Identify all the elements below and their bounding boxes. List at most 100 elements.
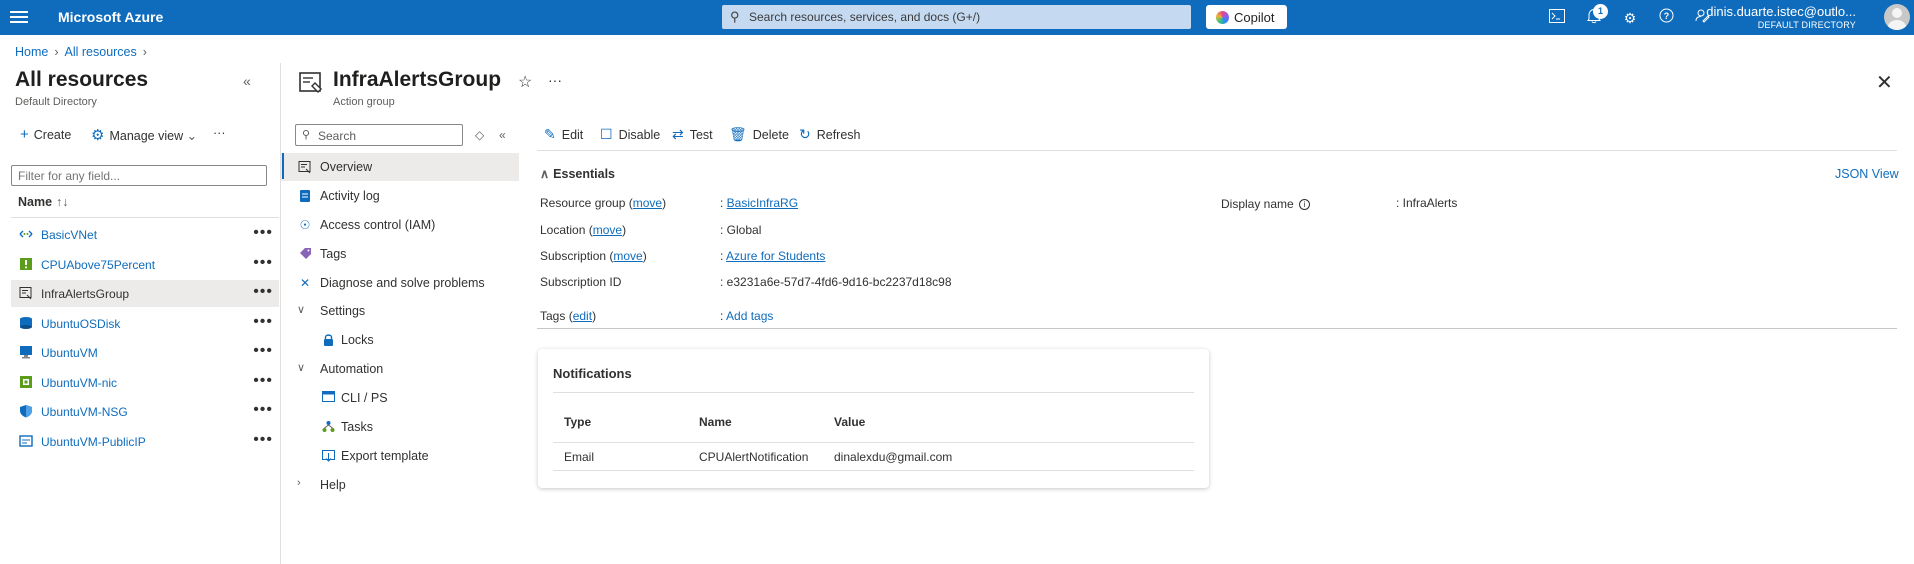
test-button[interactable]: ⇄ Test (672, 126, 713, 143)
resource-type: Action group (333, 96, 395, 108)
more-options-icon[interactable]: ••• (253, 254, 273, 272)
resource-row[interactable]: UbuntuOSDisk ••• (11, 310, 279, 337)
filter-input[interactable] (11, 165, 267, 186)
menu-label: Help (320, 478, 346, 492)
menu-item-tags[interactable]: Tags (281, 240, 519, 268)
resource-row[interactable]: BasicVNet ••• (11, 221, 279, 248)
account-menu[interactable]: dinis.duarte.istec@outlo... DEFAULT DIRE… (1706, 4, 1856, 30)
checkbox-icon: ☐ (600, 126, 613, 142)
add-tags-link[interactable]: Add tags (726, 309, 773, 323)
refresh-button[interactable]: ↻ Refresh (799, 126, 861, 143)
sort-arrow-icon: ↑↓ (56, 195, 69, 209)
avatar[interactable] (1884, 4, 1910, 30)
json-view-link[interactable]: JSON View (1835, 167, 1899, 181)
collapse-menu-icon[interactable]: « (499, 128, 506, 142)
breadcrumb-all-resources[interactable]: All resources (65, 45, 137, 59)
resource-name-link[interactable]: UbuntuOSDisk (41, 317, 120, 331)
manage-view-button[interactable]: ⚙ Manage view ⌄ (91, 126, 197, 144)
resource-row[interactable]: CPUAbove75Percent ••• (11, 251, 279, 278)
breadcrumb-home[interactable]: Home (15, 45, 48, 59)
resource-row[interactable]: UbuntuVM ••• (11, 339, 279, 366)
menu-item-activity-log[interactable]: Activity log (281, 182, 519, 210)
menu-search-input[interactable]: ⚲ Search (295, 124, 463, 146)
menu-item-tasks[interactable]: Tasks (281, 413, 519, 441)
resource-name-link[interactable]: CPUAbove75Percent (41, 258, 155, 272)
subscription-id-value: : e3231a6e-57d7-4fd6-9d16-bc2237d18c98 (720, 275, 952, 289)
top-bar: Microsoft Azure ⚲ Search resources, serv… (0, 0, 1914, 35)
divider (553, 442, 1194, 443)
menu-group-automation[interactable]: ∨ Automation (281, 355, 519, 383)
menu-item-diagnose[interactable]: ✕ Diagnose and solve problems (281, 269, 519, 297)
resource-name-link[interactable]: UbuntuVM-PublicIP (41, 435, 146, 449)
public-ip-icon (19, 434, 33, 448)
resource-name-link[interactable]: UbuntuVM-NSG (41, 405, 128, 419)
export-template-icon (321, 449, 335, 463)
refresh-label: Refresh (816, 128, 861, 142)
expand-collapse-icon[interactable]: ◇ (475, 128, 484, 142)
favorite-star-icon[interactable]: ☆ (518, 72, 532, 92)
resource-row[interactable]: UbuntuVM-PublicIP ••• (11, 428, 279, 455)
subscription-value: : Azure for Students (720, 249, 826, 263)
more-options-icon[interactable]: ··· (548, 72, 562, 88)
resource-row[interactable]: UbuntuVM-nic ••• (11, 369, 279, 396)
copilot-label: Copilot (1234, 10, 1275, 25)
disable-button[interactable]: ☐ Disable (600, 126, 660, 143)
display-name-value: : InfraAlerts (1396, 196, 1458, 210)
edit-button[interactable]: ✎ Edit (544, 126, 583, 143)
resource-name-link[interactable]: UbuntuVM (41, 346, 98, 360)
menu-item-export-template[interactable]: Export template (281, 442, 519, 470)
collapse-pane-icon[interactable]: « (243, 73, 251, 89)
more-options-icon[interactable]: ••• (253, 313, 273, 331)
location-value-text: Global (726, 223, 762, 237)
delete-button[interactable]: 🗑 Delete (729, 126, 789, 143)
menu-label: Settings (320, 304, 366, 318)
menu-group-help[interactable]: › Help (281, 471, 519, 499)
more-options-icon[interactable]: ••• (253, 372, 273, 390)
menu-item-locks[interactable]: Locks (281, 326, 519, 354)
menu-label: CLI / PS (341, 391, 388, 405)
tasks-icon (321, 420, 335, 434)
hamburger-menu-icon[interactable] (10, 8, 28, 26)
brand-title[interactable]: Microsoft Azure (58, 9, 163, 25)
user-email: dinis.duarte.istec@outlo... (1706, 4, 1856, 19)
resource-name-link[interactable]: UbuntuVM-nic (41, 376, 117, 390)
help-icon[interactable]: ? (1656, 8, 1676, 28)
name-column-header[interactable]: Name ↑↓ (18, 195, 69, 209)
edit-label: Edit (561, 128, 584, 142)
subscription-move-link[interactable]: move (613, 249, 642, 263)
more-options-icon[interactable]: ••• (253, 224, 273, 242)
more-options-icon[interactable]: ••• (253, 401, 273, 419)
menu-item-cli-ps[interactable]: CLI / PS (281, 384, 519, 412)
copilot-button[interactable]: Copilot (1206, 5, 1287, 29)
resource-row[interactable]: InfraAlertsGroup ••• (11, 280, 279, 307)
more-options-icon[interactable]: ··· (213, 126, 226, 140)
subscription-link[interactable]: Azure for Students (726, 249, 825, 263)
divider (537, 150, 1897, 151)
menu-item-overview[interactable]: Overview (281, 153, 519, 181)
create-button[interactable]: + Create (20, 126, 71, 143)
menu-item-access-control[interactable]: ☉ Access control (IAM) (281, 211, 519, 239)
close-icon[interactable]: ✕ (1876, 70, 1893, 95)
resource-title: InfraAlertsGroup (333, 68, 502, 91)
essentials-toggle[interactable]: ∧ Essentials (540, 166, 615, 181)
more-options-icon[interactable]: ••• (253, 431, 273, 449)
menu-group-settings[interactable]: ∨ Settings (281, 297, 519, 325)
delete-label: Delete (752, 128, 789, 142)
info-icon[interactable]: i (1299, 199, 1311, 211)
cloud-shell-icon[interactable] (1547, 8, 1567, 28)
more-options-icon[interactable]: ••• (253, 283, 273, 301)
disk-icon (19, 316, 33, 330)
essentials-title: Essentials (553, 167, 615, 181)
global-search-input[interactable]: ⚲ Search resources, services, and docs (… (722, 5, 1191, 29)
people-icon: ☉ (299, 218, 311, 232)
resource-group-move-link[interactable]: move (633, 196, 662, 210)
resource-group-link[interactable]: BasicInfraRG (727, 196, 798, 210)
location-move-link[interactable]: move (593, 223, 622, 237)
tags-edit-link[interactable]: edit (573, 309, 592, 323)
settings-gear-icon[interactable]: ⚙ (1620, 8, 1640, 28)
notification-type-cell: Email (564, 450, 595, 464)
resource-name-link[interactable]: InfraAlertsGroup (41, 287, 129, 301)
resource-row[interactable]: UbuntuVM-NSG ••• (11, 398, 279, 425)
more-options-icon[interactable]: ••• (253, 342, 273, 360)
resource-name-link[interactable]: BasicVNet (41, 228, 97, 242)
